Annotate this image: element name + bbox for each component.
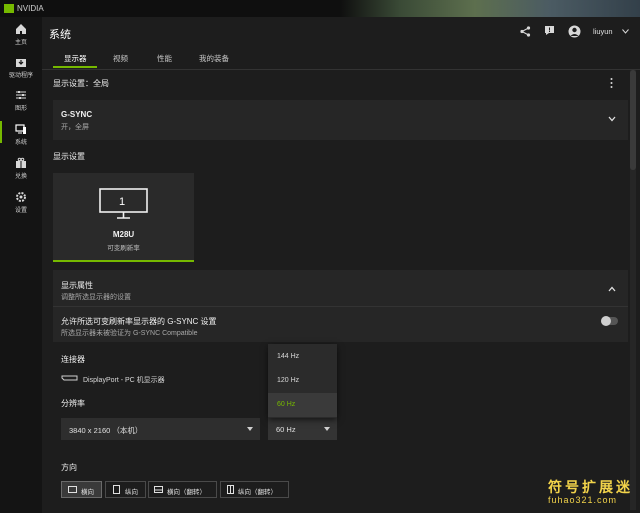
app-title: NVIDIA <box>17 4 44 13</box>
refresh-rate-value: 60 Hz <box>276 425 296 434</box>
monitor-number: 1 <box>119 196 126 208</box>
sidebar-item-label: 主页 <box>14 40 27 46</box>
chevron-down-icon[interactable] <box>622 29 629 34</box>
scrollbar-thumb[interactable] <box>630 70 636 170</box>
watermark-text: 符号扩展迷 <box>548 479 633 495</box>
gsync-card[interactable]: G-SYNC 开，全屏 <box>53 100 628 140</box>
sidebar: 主页 驱动程序 图形 系统 兑换 设置 <box>0 17 42 513</box>
properties-title: 显示属性 <box>61 281 93 290</box>
monitor-selected-indicator <box>53 260 194 262</box>
refresh-rate-menu: 144 Hz 120 Hz 60 Hz <box>268 344 337 418</box>
portrait-flipped-icon <box>227 485 234 494</box>
share-icon[interactable] <box>520 26 531 37</box>
sidebar-item-label: 图形 <box>14 106 27 112</box>
tab-my-rig[interactable]: 我的装备 <box>199 53 229 64</box>
chevron-down-icon[interactable] <box>608 116 616 122</box>
vrr-setting-subtitle: 所选显示器未被验证为 G-SYNC Compatible <box>61 330 198 337</box>
connector-value: DisplayPort - PC 机显示器 <box>83 377 165 384</box>
sidebar-item-settings[interactable]: 设置 <box>0 191 42 214</box>
vrr-setting-title: 允许所选可变刷新率显示器的 G-SYNC 设置 <box>61 317 217 326</box>
username[interactable]: liuyun <box>593 27 613 36</box>
caret-down-icon <box>324 427 330 431</box>
avatar[interactable] <box>568 25 581 38</box>
sidebar-item-label: 驱动程序 <box>8 73 33 79</box>
gsync-title: G-SYNC <box>61 110 93 119</box>
resolution-value: 3840 x 2160 （本机） <box>69 426 143 435</box>
sidebar-item-drivers[interactable]: 驱动程序 <box>0 56 42 79</box>
sidebar-item-redeem[interactable]: 兑换 <box>0 157 42 180</box>
orientation-portrait-button[interactable]: 纵向 <box>105 481 146 498</box>
displayport-icon <box>61 375 78 381</box>
monitor-name: M28U <box>112 230 135 239</box>
home-icon <box>16 24 26 34</box>
refresh-rate-dropdown[interactable]: 60 Hz <box>268 418 337 440</box>
divider <box>53 306 628 307</box>
connector-label: 连接器 <box>61 355 85 364</box>
titlebar-background-decoration <box>340 0 640 17</box>
active-tab-indicator <box>53 66 97 68</box>
title-bar: NVIDIA <box>0 0 640 17</box>
resolution-label: 分辨率 <box>61 399 85 408</box>
portrait-icon <box>113 485 120 494</box>
gsync-status: 开，全屏 <box>61 124 89 131</box>
sidebar-item-graphics[interactable]: 图形 <box>0 89 42 112</box>
refresh-option-144[interactable]: 144 Hz <box>268 345 337 369</box>
sidebar-item-label: 系统 <box>14 140 27 146</box>
refresh-option-60[interactable]: 60 Hz <box>268 393 337 417</box>
nvidia-logo-icon <box>4 4 14 13</box>
monitor-tile[interactable]: 1 M28U 可变刷新率 <box>53 173 194 262</box>
orientation-label: 方向 <box>61 463 77 472</box>
toggle-knob <box>601 316 611 326</box>
page-title: 系统 <box>49 29 71 41</box>
display-settings-scope: 显示设置：全局 <box>53 79 109 88</box>
resolution-dropdown[interactable]: 3840 x 2160 （本机） <box>61 418 260 440</box>
orientation-landscape-flipped-button[interactable]: 横向（翻转） <box>148 481 217 498</box>
gear-icon <box>16 192 26 202</box>
scrollbar[interactable] <box>630 70 636 510</box>
sidebar-item-system[interactable]: 系统 <box>0 121 42 146</box>
orientation-portrait-flipped-button[interactable]: 纵向（翻转） <box>220 481 289 498</box>
landscape-icon <box>68 486 77 493</box>
page-header: 系统 liuyun <box>42 17 640 47</box>
feedback-icon[interactable] <box>544 25 555 36</box>
download-box-icon <box>16 59 26 67</box>
tab-video[interactable]: 视频 <box>113 53 128 64</box>
landscape-flipped-icon <box>154 486 163 493</box>
gift-icon <box>16 157 26 168</box>
chevron-up-icon[interactable] <box>608 286 616 292</box>
sidebar-item-home[interactable]: 主页 <box>0 23 42 46</box>
tab-display[interactable]: 显示器 <box>64 53 87 64</box>
vrr-toggle[interactable] <box>601 316 618 326</box>
monitor-subtitle: 可变刷新率 <box>107 245 140 252</box>
tab-performance[interactable]: 性能 <box>157 53 172 64</box>
sidebar-item-label: 兑换 <box>14 174 27 180</box>
sidebar-item-label: 设置 <box>14 208 27 214</box>
tab-bar: 显示器 视频 性能 我的装备 <box>42 47 640 70</box>
caret-down-icon <box>247 427 253 431</box>
display-section-title: 显示设置 <box>53 152 85 161</box>
orientation-landscape-button[interactable]: 横向 <box>61 481 102 498</box>
watermark-url: fuhao321.com <box>548 495 618 505</box>
sliders-icon <box>16 91 26 99</box>
more-options-icon[interactable] <box>609 77 614 89</box>
refresh-option-120[interactable]: 120 Hz <box>268 369 337 393</box>
properties-subtitle: 调整所选显示器的设置 <box>61 294 131 301</box>
monitor-system-icon <box>15 124 26 134</box>
